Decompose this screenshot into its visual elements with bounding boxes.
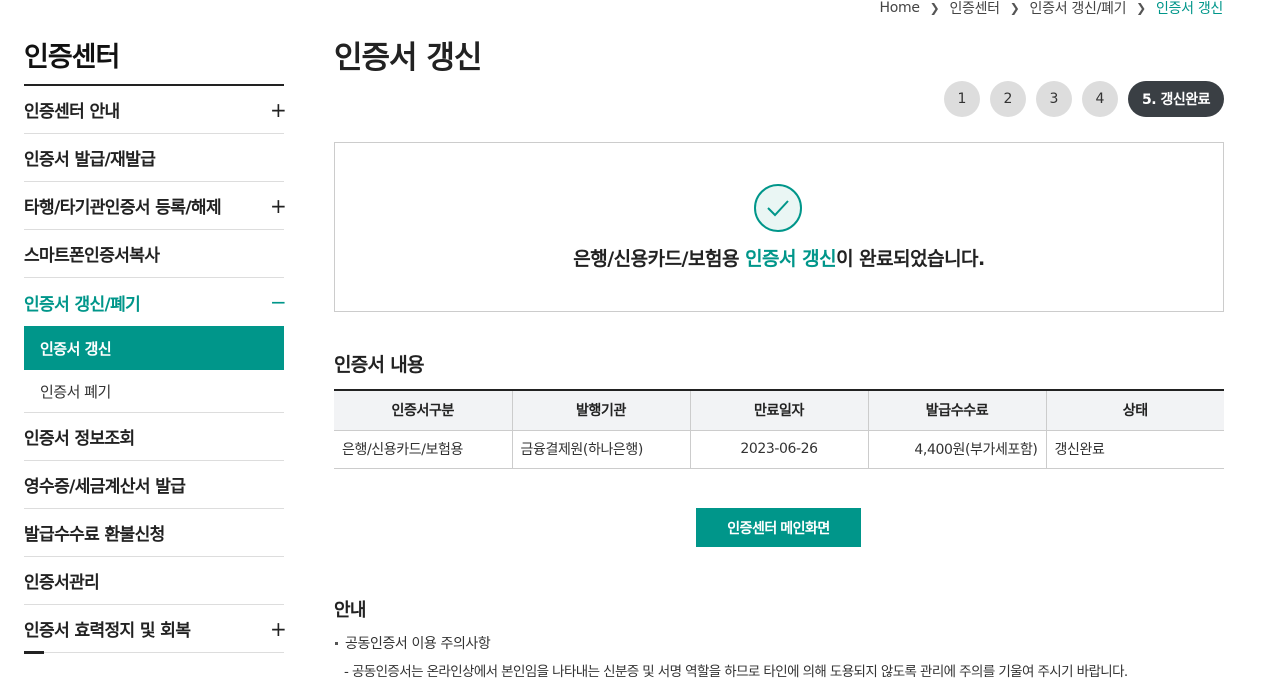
table-header-cert-type: 인증서구분 [334, 390, 512, 431]
sidebar-menu: 인증센터 안내 + 인증서 발급/재발급 타행/타기관인증서 등록/해제 + 스… [24, 86, 287, 653]
sidebar-item-fee-refund[interactable]: 발급수수료 환불신청 [24, 509, 284, 557]
sidebar-item-label: 인증서 정보조회 [24, 429, 135, 449]
breadcrumb: Home ❯ 인증센터 ❯ 인증서 갱신/폐기 ❯ 인증서 갱신 [880, 0, 1224, 18]
table-header-status: 상태 [1045, 390, 1224, 431]
cell-issuer: 금융결제원(하나은행) [511, 430, 690, 469]
sidebar-item-suspend-restore[interactable]: 인증서 효력정지 및 회복 + [24, 605, 287, 653]
sidebar-item-label: 인증서 갱신/폐기 [24, 294, 141, 315]
plus-icon[interactable]: + [270, 100, 287, 120]
table-header-row: 인증서구분 발행기관 만료일자 발급수수료 상태 [334, 390, 1224, 431]
chevron-right-icon: ❯ [929, 1, 940, 15]
completion-box: 은행/신용카드/보험용 인증서 갱신이 완료되었습니다. [334, 142, 1224, 312]
table-header-issuer: 발행기관 [511, 390, 690, 431]
sidebar-item-label: 인증서 효력정지 및 회복 [24, 621, 191, 641]
plus-icon[interactable]: + [270, 196, 287, 216]
table-header-expiry: 만료일자 [689, 390, 868, 431]
breadcrumb-link-renew-revoke[interactable]: 인증서 갱신/폐기 [1030, 0, 1127, 18]
plus-icon[interactable]: + [270, 619, 287, 639]
completion-message-highlight: 인증서 갱신 [745, 248, 837, 270]
page-title: 인증서 갱신 [334, 40, 482, 76]
cell-cert-type: 은행/신용카드/보험용 [334, 430, 512, 469]
notice-title: 안내 [334, 600, 366, 621]
sidebar-subitem-renew[interactable]: 인증서 갱신 [24, 326, 284, 370]
notice-heading-text: 공동인증서 이용 주의사항 [345, 636, 491, 652]
cert-center-main-button[interactable]: 인증센터 메인화면 [696, 508, 861, 547]
completion-message: 은행/신용카드/보험용 인증서 갱신이 완료되었습니다. [335, 244, 1223, 271]
step-indicator: 1 2 3 4 5. 갱신완료 [944, 81, 1224, 117]
sidebar-item-renew-revoke[interactable]: 인증서 갱신/폐기 − [24, 278, 287, 326]
minus-icon[interactable]: − [270, 292, 287, 312]
completion-message-prefix: 은행/신용카드/보험용 [573, 248, 746, 270]
check-circle-icon [754, 184, 802, 232]
sidebar-item-cert-management[interactable]: 인증서관리 [24, 557, 284, 605]
cell-fee: 4,400원(부가세포함) [867, 430, 1046, 469]
step-2: 2 [990, 81, 1026, 117]
cell-expiry: 2023-06-26 [689, 430, 868, 469]
breadcrumb-home-link[interactable]: Home [880, 0, 920, 16]
sidebar-subitem-revoke[interactable]: 인증서 폐기 [24, 370, 284, 413]
cell-status: 갱신완료 [1045, 430, 1224, 469]
completion-message-suffix: 이 완료되었습니다. [836, 248, 985, 270]
chevron-right-icon: ❯ [1136, 1, 1146, 15]
step-5-current: 5. 갱신완료 [1128, 81, 1224, 117]
cert-content-title: 인증서 내용 [334, 354, 425, 376]
table-row: 은행/신용카드/보험용 금융결제원(하나은행) 2023-06-26 4,400… [334, 430, 1224, 469]
table-header-fee: 발급수수료 [867, 390, 1046, 431]
sidebar-item-label: 발급수수료 환불신청 [24, 525, 165, 545]
cert-info-table: 인증서구분 발행기관 만료일자 발급수수료 상태 은행/신용카드/보험용 금융결… [334, 389, 1224, 469]
step-4: 4 [1082, 81, 1118, 117]
sidebar-item-label: 타행/타기관인증서 등록/해제 [24, 198, 222, 218]
sidebar-title: 인증센터 [24, 42, 120, 73]
checkmark-icon [767, 200, 789, 217]
sidebar-item-other-bank-cert[interactable]: 타행/타기관인증서 등록/해제 + [24, 182, 287, 230]
sidebar-item-label: 영수증/세금계산서 발급 [24, 477, 186, 497]
notice-body: - 공동인증서는 온라인상에서 본인임을 나타내는 신분증 및 서명 역할을 하… [344, 664, 1128, 680]
step-3: 3 [1036, 81, 1072, 117]
breadcrumb-link-cert-center[interactable]: 인증센터 [949, 0, 1000, 18]
sidebar-item-smartphone-copy[interactable]: 스마트폰인증서복사 [24, 230, 284, 278]
bullet-icon [335, 641, 338, 645]
sidebar-item-label: 스마트폰인증서복사 [24, 246, 160, 266]
step-1: 1 [944, 81, 980, 117]
sidebar-item-label: 인증센터 안내 [24, 102, 120, 122]
sidebar-item-label: 인증서관리 [24, 573, 100, 593]
notice-heading: 공동인증서 이용 주의사항 [334, 633, 491, 653]
sidebar-item-receipt[interactable]: 영수증/세금계산서 발급 [24, 461, 284, 509]
sidebar-item-cert-center-guide[interactable]: 인증센터 안내 + [24, 86, 287, 134]
sidebar-end-bar [24, 651, 44, 654]
sidebar-item-issue-reissue[interactable]: 인증서 발급/재발급 [24, 134, 284, 182]
chevron-right-icon: ❯ [1009, 1, 1020, 15]
breadcrumb-current: 인증서 갱신 [1155, 1, 1223, 17]
sidebar-item-label: 인증서 발급/재발급 [24, 150, 156, 170]
sidebar-item-cert-info[interactable]: 인증서 정보조회 [24, 413, 284, 461]
